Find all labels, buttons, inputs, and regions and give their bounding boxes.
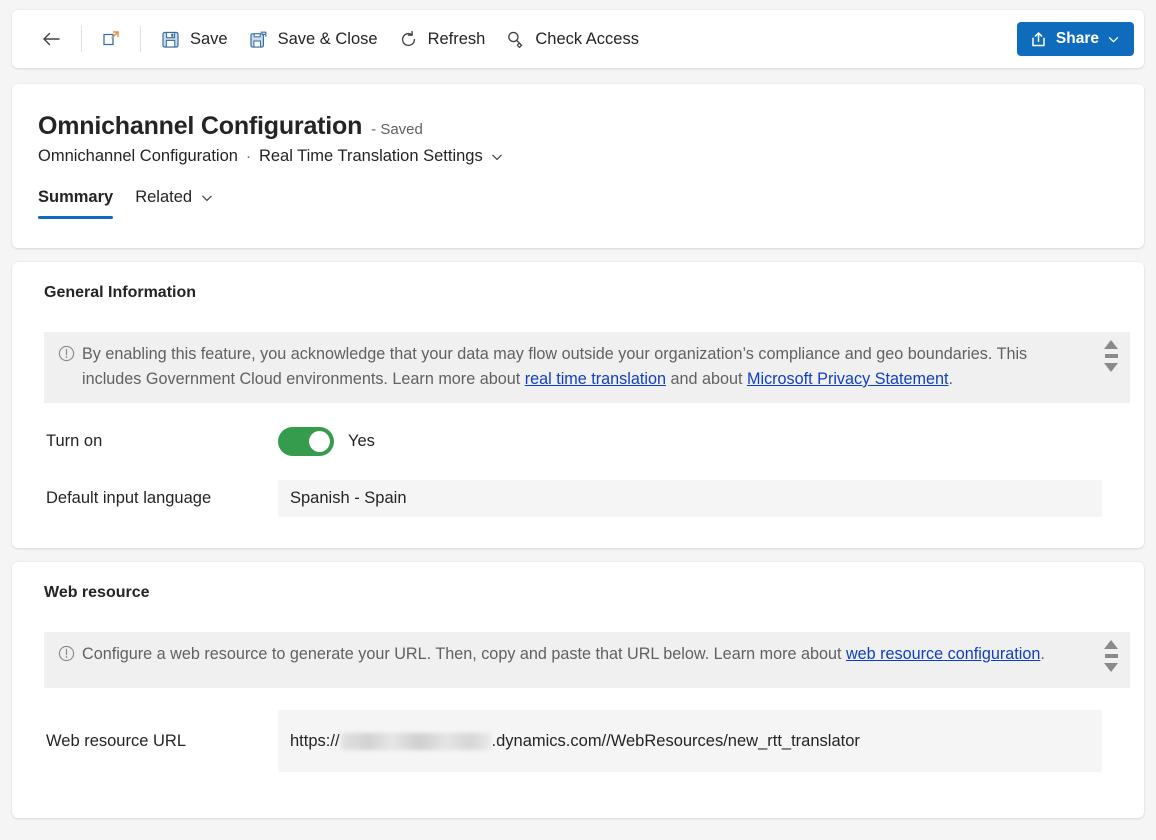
tab-summary-label: Summary — [38, 188, 113, 206]
web-resource-title: Web resource — [12, 562, 1144, 602]
web-resource-link-part-2: configuration — [948, 645, 1041, 663]
chevron-down-icon — [1107, 33, 1120, 46]
web-resource-url-input[interactable]: https:// .dynamics.com//WebResources/new_… — [278, 710, 1102, 772]
arrow-left-icon — [40, 28, 62, 50]
web-resource-configuration-link[interactable]: web resource configuration — [846, 645, 1040, 663]
redacted-org-name — [341, 733, 491, 750]
info-circle-icon — [58, 345, 75, 367]
open-in-new-window-button[interactable] — [91, 20, 131, 58]
default-input-language-field-row: Default input language Spanish - Spain — [12, 480, 1144, 517]
turn-on-label: Turn on — [46, 432, 278, 451]
general-information-title: General Information — [12, 262, 1144, 302]
tab-related-label: Related — [135, 188, 192, 207]
form-tabs: Summary Related — [38, 188, 1118, 219]
web-resource-notice: Configure a web resource to generate you… — [44, 632, 1130, 688]
notice-text-3: . — [949, 370, 954, 388]
turn-on-value: Yes — [278, 427, 1102, 456]
save-and-close-button-label: Save & Close — [278, 30, 378, 49]
chevron-down-icon — [200, 191, 214, 205]
toolbar-divider-2 — [140, 26, 141, 52]
info-circle-icon — [58, 645, 75, 667]
save-button[interactable]: Save — [150, 20, 238, 58]
toggle-switch[interactable] — [278, 427, 334, 456]
turn-on-field-row: Turn on Yes — [12, 427, 1144, 456]
toggle-state-label: Yes — [348, 432, 375, 451]
default-input-language-label: Default input language — [46, 489, 278, 508]
record-header-card: Omnichannel Configuration - Saved Omnich… — [12, 84, 1144, 248]
general-information-notice-text: By enabling this feature, you acknowledg… — [82, 342, 1090, 392]
save-status-text: - Saved — [371, 121, 423, 138]
notice-text-1: Configure a web resource to generate you… — [82, 645, 846, 663]
turn-on-toggle[interactable]: Yes — [278, 427, 1102, 456]
record-title-row: Omnichannel Configuration - Saved — [38, 112, 1118, 141]
default-input-language-value: Spanish - Spain — [278, 480, 1102, 517]
scroll-up-arrow-icon[interactable] — [1104, 640, 1118, 649]
breadcrumb-separator: · — [246, 148, 251, 165]
url-prefix: https:// — [290, 732, 340, 751]
key-search-icon — [505, 29, 526, 50]
web-resource-card: Web resource Configure a web resource to… — [12, 562, 1144, 818]
share-button-label: Share — [1056, 30, 1099, 48]
general-information-notice: By enabling this feature, you acknowledg… — [44, 332, 1130, 403]
general-information-card: General Information By enabling this fea… — [12, 262, 1144, 548]
save-floppy-icon — [160, 29, 181, 50]
back-button[interactable] — [30, 20, 72, 58]
breadcrumb-current-label: Real Time Translation Settings — [259, 147, 483, 166]
breadcrumb-parent[interactable]: Omnichannel Configuration — [38, 147, 238, 166]
refresh-button-label: Refresh — [428, 30, 486, 49]
notice-text-2: and about — [666, 370, 747, 388]
web-resource-link-part-1: web resource — [846, 645, 943, 663]
breadcrumb-current-form-selector[interactable]: Real Time Translation Settings — [259, 147, 504, 166]
url-suffix: .dynamics.com//WebResources/new_rtt_tran… — [492, 732, 860, 751]
web-resource-url-field-row: Web resource URL https:// .dynamics.com//… — [12, 710, 1144, 772]
breadcrumb: Omnichannel Configuration · Real Time Tr… — [38, 147, 1118, 166]
microsoft-privacy-statement-link[interactable]: Microsoft Privacy Statement — [747, 370, 949, 388]
app-root: Save Save & Close Refresh — [0, 0, 1156, 840]
scroll-thumb[interactable] — [1105, 654, 1118, 658]
web-resource-url-label: Web resource URL — [46, 732, 278, 751]
scroll-down-arrow-icon[interactable] — [1104, 663, 1118, 672]
default-input-language-input[interactable]: Spanish - Spain — [278, 480, 1102, 517]
share-button[interactable]: Share — [1017, 22, 1134, 56]
scroll-down-arrow-icon[interactable] — [1104, 363, 1118, 372]
scroll-thumb[interactable] — [1105, 354, 1118, 358]
check-access-button[interactable]: Check Access — [495, 20, 649, 58]
pop-out-icon — [101, 29, 121, 49]
web-resource-url-value: https:// .dynamics.com//WebResources/new_… — [278, 710, 1102, 772]
page-title: Omnichannel Configuration — [38, 112, 362, 141]
chevron-down-icon — [490, 150, 504, 164]
save-and-close-button[interactable]: Save & Close — [238, 20, 388, 58]
toolbar-divider-1 — [81, 26, 82, 52]
save-and-close-icon — [248, 29, 269, 50]
share-icon — [1029, 30, 1048, 49]
web-resource-notice-text: Configure a web resource to generate you… — [82, 642, 1045, 667]
save-button-label: Save — [190, 30, 228, 49]
command-bar: Save Save & Close Refresh — [12, 10, 1144, 68]
tab-related[interactable]: Related — [135, 188, 214, 219]
real-time-translation-link[interactable]: real time translation — [525, 370, 666, 388]
notice-scrollbar[interactable] — [1104, 340, 1118, 372]
check-access-button-label: Check Access — [535, 30, 639, 49]
tab-summary[interactable]: Summary — [38, 188, 113, 219]
refresh-button[interactable]: Refresh — [388, 20, 496, 58]
notice-text-3: . — [1040, 645, 1045, 663]
refresh-icon — [398, 29, 419, 50]
scroll-up-arrow-icon[interactable] — [1104, 340, 1118, 349]
notice-scrollbar[interactable] — [1104, 640, 1118, 672]
